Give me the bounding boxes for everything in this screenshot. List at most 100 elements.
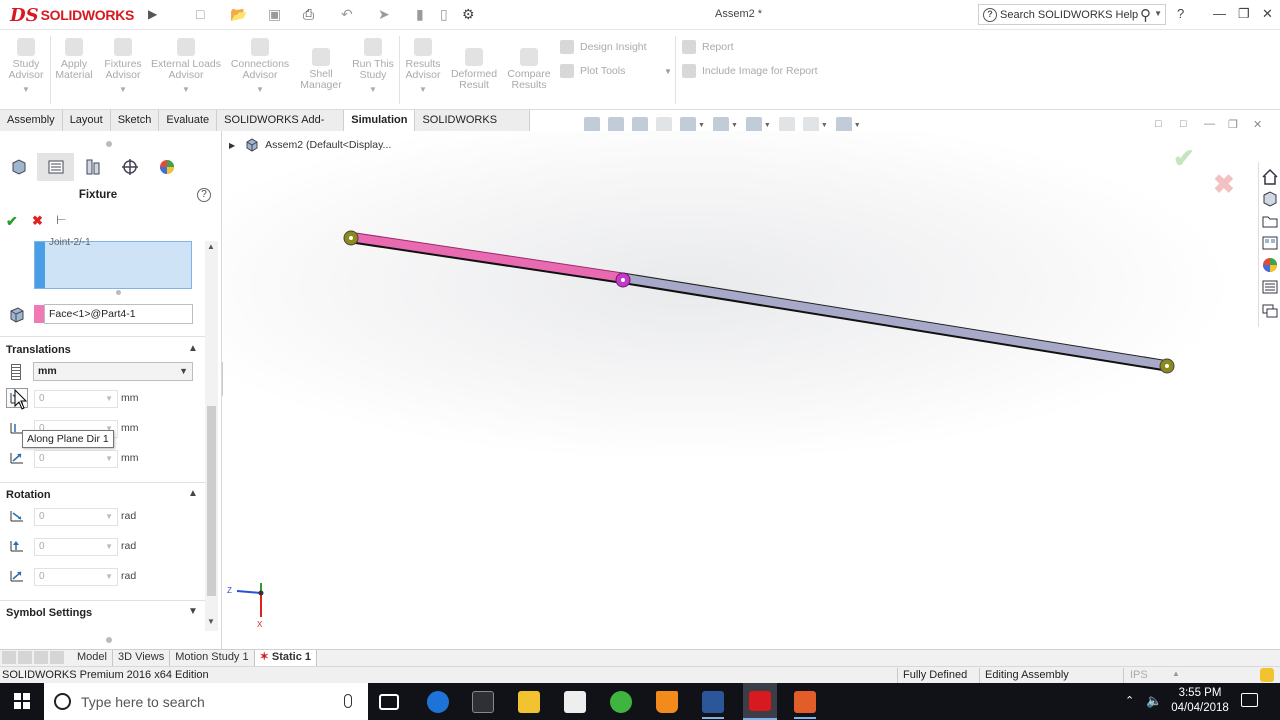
tab-sketch[interactable]: Sketch <box>110 110 160 131</box>
panel-scrollbar[interactable]: ▲ ▼ <box>205 241 218 631</box>
search-icon[interactable]: ⚲ <box>1140 6 1151 24</box>
dimxpert-manager-tab[interactable] <box>111 153 148 181</box>
translation-unit-select[interactable]: mm ▼ <box>33 362 193 381</box>
open-folder-icon[interactable]: 📂 <box>230 6 247 23</box>
microphone-icon[interactable] <box>344 694 352 708</box>
fixtures-advisor-button[interactable]: Fixtures Advisor ▼ <box>100 38 146 95</box>
chevron-down-icon[interactable]: ▼ <box>402 84 444 95</box>
chevron-down-icon[interactable]: ▼ <box>350 84 396 95</box>
taskbar-search-box[interactable]: Type here to search <box>44 683 368 720</box>
help-menu-icon[interactable]: ? <box>1177 6 1184 21</box>
tab-motion-study-1[interactable]: Motion Study 1 <box>170 650 255 666</box>
new-document-icon[interactable]: □ <box>196 6 204 22</box>
face-reference-field[interactable]: Face<1>@Part4-1 <box>44 304 193 324</box>
tab-solidworks-add-ins[interactable]: SOLIDWORKS Add-Ins <box>217 110 345 146</box>
chevron-down-icon[interactable]: ▼ <box>698 122 705 129</box>
edge-browser-icon[interactable] <box>427 691 449 713</box>
home-icon[interactable] <box>1261 168 1279 186</box>
run-this-study-button[interactable]: Run This Study ▼ <box>350 38 396 95</box>
tab-model[interactable]: Model <box>72 650 113 666</box>
prev-tab-icon[interactable] <box>18 650 32 664</box>
view-palette-icon[interactable] <box>1261 234 1279 252</box>
graphics-area[interactable]: ▶ Assem2 (Default<Display... ✔ ✖ Z X <box>223 131 1258 649</box>
scroll-down-icon[interactable]: ▼ <box>207 617 215 626</box>
rotation-dir2-input[interactable]: 0 ▼ <box>34 538 118 556</box>
word-icon[interactable] <box>702 691 724 719</box>
selected-entities-list[interactable]: Joint-2/-1 <box>34 237 192 289</box>
last-tab-icon[interactable] <box>50 650 64 664</box>
design-library-icon[interactable] <box>1261 190 1279 208</box>
beam-model[interactable] <box>223 131 1258 649</box>
configuration-manager-tab[interactable] <box>74 153 111 181</box>
rotation-normal-input[interactable]: 0 ▼ <box>34 568 118 586</box>
rebuild-warning-icon[interactable] <box>1260 668 1274 682</box>
file-explorer-icon[interactable] <box>1261 212 1279 230</box>
translation-normal-input[interactable]: 0 ▼ <box>34 450 118 468</box>
help-icon[interactable]: ? <box>197 188 211 202</box>
feature-manager-tab[interactable] <box>0 153 37 181</box>
viewport-tile-icon[interactable]: □ <box>1155 118 1162 130</box>
scrollbar-thumb[interactable] <box>207 406 216 596</box>
chevron-down-icon[interactable]: ▼ <box>100 84 146 95</box>
first-tab-icon[interactable] <box>2 650 16 664</box>
undo-icon[interactable]: ↶ <box>341 6 353 23</box>
print-icon[interactable]: ⎙ <box>303 6 314 23</box>
panel-resize-grip[interactable] <box>106 637 112 643</box>
menu-expand-arrow-icon[interactable]: ▶ <box>148 7 162 23</box>
forum-icon[interactable] <box>1261 302 1279 320</box>
display-manager-tab[interactable] <box>148 153 185 181</box>
tab-assembly[interactable]: Assembly <box>0 110 63 131</box>
beam-segment-right[interactable] <box>622 272 1170 372</box>
ok-check-icon[interactable]: ✔ <box>6 213 18 230</box>
selection-list-item[interactable]: Joint-2/-1 <box>49 237 91 248</box>
panel-resize-grip[interactable] <box>106 141 112 147</box>
taskbar-search-input[interactable]: Type here to search <box>81 694 205 710</box>
options-gear-icon[interactable]: ⚙ <box>462 6 475 23</box>
connections-advisor-button[interactable]: Connections Advisor ▼ <box>228 38 292 95</box>
solidworks-logo[interactable]: DS SOLIDWORKS <box>10 4 134 26</box>
chevron-down-icon[interactable]: ▼ <box>150 84 222 95</box>
chevron-down-icon[interactable]: ▼ <box>105 539 113 555</box>
results-advisor-button[interactable]: Results Advisor ▼ <box>402 38 444 95</box>
chevron-down-icon[interactable]: ▼ <box>664 67 672 76</box>
rotation-dir1-toggle[interactable] <box>6 506 28 526</box>
action-center-icon[interactable] <box>1241 693 1258 707</box>
rotation-dir2-toggle[interactable] <box>6 536 28 556</box>
viewport-split-icon[interactable]: □ <box>1180 118 1187 130</box>
solidworks-taskbar-button[interactable] <box>743 683 777 720</box>
minimize-window-icon[interactable]: — <box>1213 6 1226 21</box>
viewport-minimize-icon[interactable]: — <box>1204 118 1215 130</box>
windows-start-icon[interactable] <box>14 693 30 709</box>
select-arrow-icon[interactable]: ➤ <box>378 6 390 23</box>
help-search-input[interactable]: Search SOLIDWORKS Help <box>1000 9 1138 21</box>
chevron-down-icon[interactable]: ▼ <box>105 569 113 585</box>
translations-section-title[interactable]: Translations <box>6 344 71 356</box>
tab-static-1[interactable]: ✶ Static 1 <box>254 650 318 666</box>
volume-icon[interactable]: 🔈 <box>1146 693 1162 709</box>
rotation-normal-toggle[interactable] <box>6 566 28 586</box>
help-search-box[interactable]: ? Search SOLIDWORKS Help ⚲ ▼ <box>978 4 1166 25</box>
study-advisor-button[interactable]: Study Advisor ▼ <box>6 38 46 95</box>
save-icon[interactable]: ▣ <box>268 6 281 23</box>
chevron-up-icon[interactable]: ▲ <box>188 343 198 354</box>
chevron-down-icon[interactable]: ▼ <box>6 84 46 95</box>
next-tab-icon[interactable] <box>34 650 48 664</box>
normal-to-face-toggle[interactable] <box>6 448 28 468</box>
apply-material-button[interactable]: Apply Material <box>54 38 94 81</box>
tab-solidworks-mbd[interactable]: SOLIDWORKS MBD <box>415 110 530 146</box>
unit-system-selector[interactable]: IPS <box>1130 669 1148 681</box>
restore-window-icon[interactable]: ❐ <box>1238 6 1250 22</box>
rotation-section-title[interactable]: Rotation <box>6 489 51 501</box>
store-icon[interactable] <box>472 691 494 713</box>
task-view-icon[interactable] <box>379 694 399 710</box>
pin-icon[interactable]: ⊢ <box>56 213 66 227</box>
chevron-down-icon[interactable]: ▼ <box>188 606 198 617</box>
file-properties-icon[interactable]: ▯ <box>440 6 448 23</box>
powerpoint-icon[interactable] <box>794 691 816 719</box>
chevron-down-icon[interactable]: ▼ <box>228 84 292 95</box>
scroll-up-icon[interactable]: ▲ <box>207 242 215 251</box>
tab-simulation[interactable]: Simulation <box>344 110 416 131</box>
chevron-up-icon[interactable]: ▲ <box>1172 669 1180 678</box>
chevron-down-icon[interactable]: ▼ <box>105 451 113 467</box>
tab-evaluate[interactable]: Evaluate <box>159 110 218 131</box>
